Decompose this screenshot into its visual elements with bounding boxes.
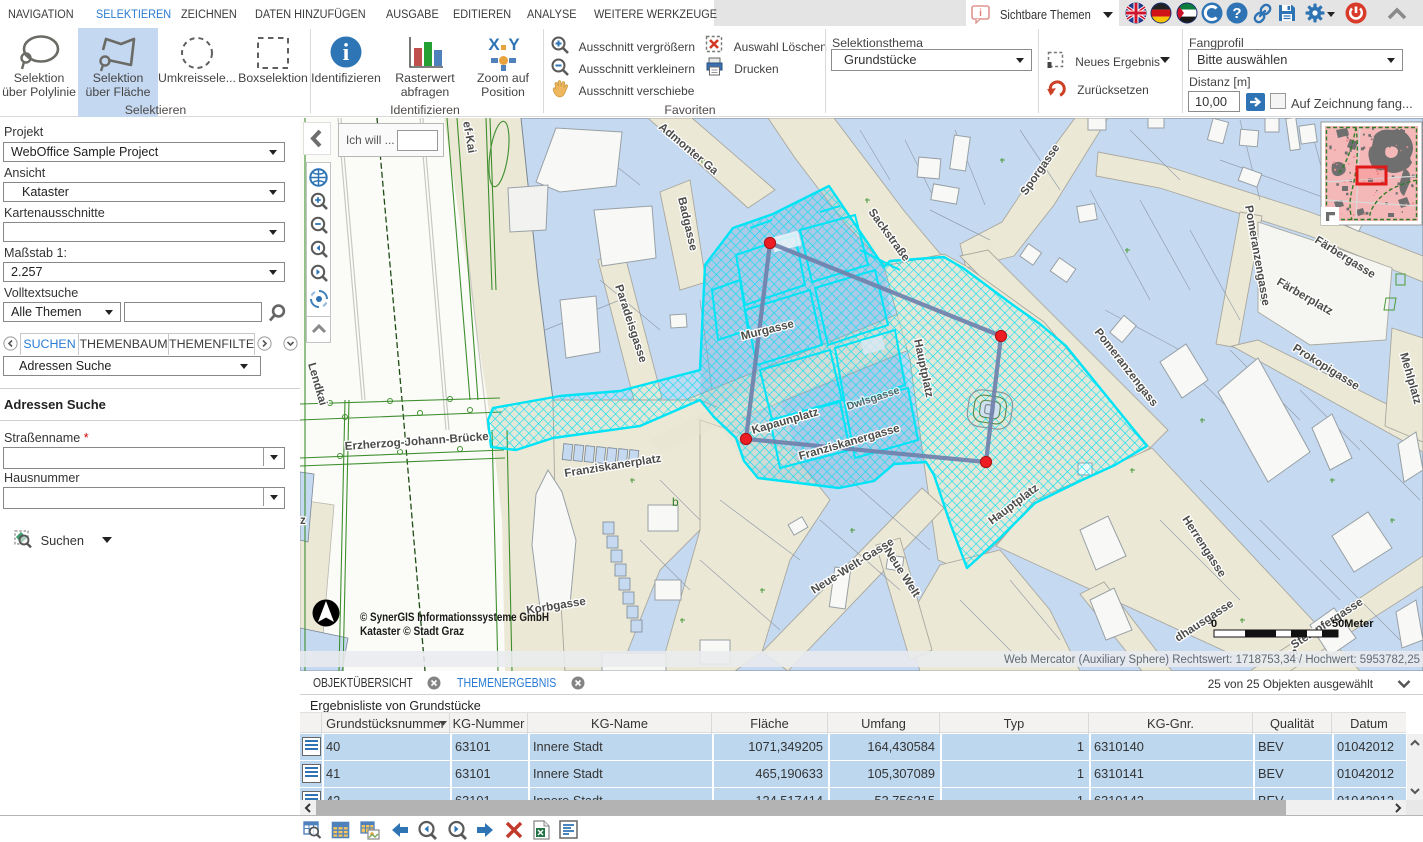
svg-text:i: i [343, 40, 350, 66]
svg-text:© SynerGIS Informationssysteme: © SynerGIS Informationssysteme GmbH [360, 611, 549, 624]
svg-text:Kataster © Stadt Graz: Kataster © Stadt Graz [360, 625, 464, 638]
svg-text:50Meter: 50Meter [1332, 618, 1374, 630]
svg-text:Y: Y [508, 35, 520, 54]
svg-text:?: ? [1232, 5, 1241, 22]
svg-text:Web Mercator (Auxiliary Sphere: Web Mercator (Auxiliary Sphere) Rechtswe… [1004, 652, 1420, 666]
svg-text:i: i [979, 8, 982, 19]
svg-text:z: z [300, 514, 306, 527]
svg-text:X: X [488, 35, 500, 54]
svg-text:0: 0 [1211, 618, 1217, 630]
svg-text:b: b [672, 495, 679, 509]
